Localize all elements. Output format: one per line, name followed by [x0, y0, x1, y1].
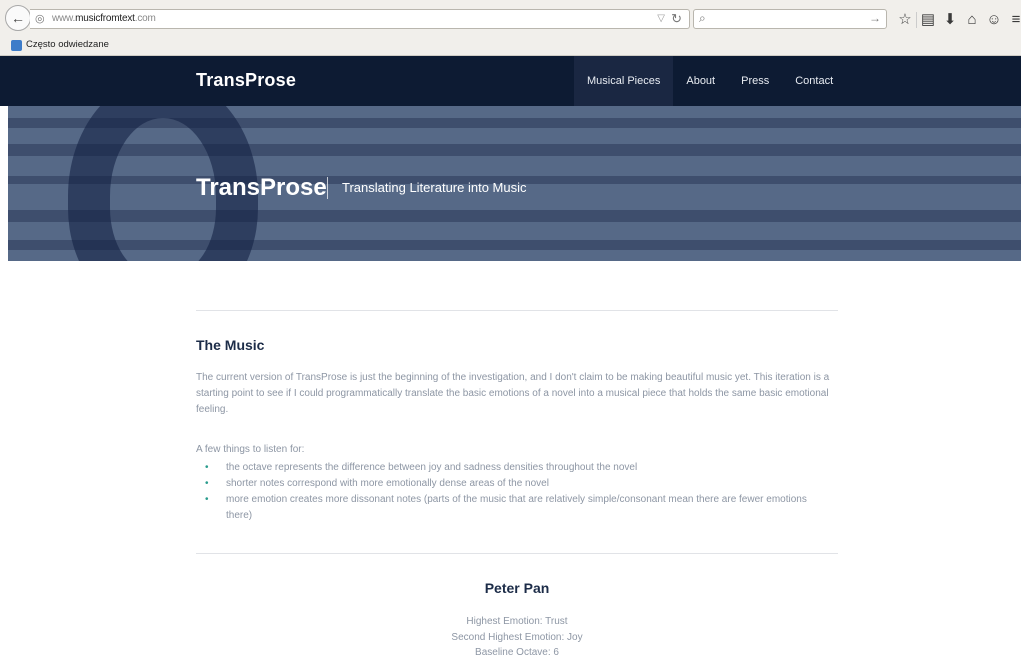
music-description: The current version of TransProse is jus…	[196, 370, 841, 418]
search-icon: ⌕	[699, 11, 706, 25]
stat-second-emotion: Second Highest Emotion: Joy	[451, 632, 583, 643]
home-icon[interactable]: ⌂	[961, 10, 983, 30]
url-host: www.	[52, 13, 76, 24]
paragraph-line: starting point to see if I could program…	[196, 388, 829, 399]
bullet-dot-icon: •	[205, 462, 209, 473]
hero-subtitle: Translating Literature into Music	[342, 180, 527, 195]
list-item-text: shorter notes correspond with more emoti…	[226, 478, 549, 489]
menu-icon[interactable]: ≡	[1005, 10, 1021, 30]
section-title-music: The Music	[196, 337, 265, 353]
url-tld: .com	[134, 13, 156, 24]
nav-links: Musical Pieces About Press Contact	[574, 56, 846, 106]
bookmark-frequently-visited[interactable]: Często odwiedzane	[26, 39, 109, 50]
hero-divider	[327, 177, 328, 199]
bullet-dot-icon: •	[205, 478, 209, 489]
chat-icon[interactable]: ☺	[983, 10, 1005, 30]
piece-title: Peter Pan	[484, 580, 550, 596]
list-item: • more emotion creates more dissonant no…	[196, 492, 841, 524]
list-item-text: the octave represents the difference bet…	[226, 462, 638, 473]
globe-icon: ◎	[35, 13, 45, 25]
nav-item-contact[interactable]: Contact	[782, 56, 846, 106]
paragraph-line: The current version of TransProse is jus…	[196, 372, 830, 383]
back-arrow-icon[interactable]: ←	[5, 5, 31, 31]
download-icon[interactable]: ⬇	[939, 10, 961, 30]
nav-item-about[interactable]: About	[673, 56, 728, 106]
listen-list: • the octave represents the difference b…	[196, 460, 841, 524]
url-text: www.musicfromtext.com	[52, 13, 156, 24]
section-divider	[196, 553, 838, 554]
toolbar-icons: ☆ ▤ ⬇ ⌂ ☺ ≡	[894, 10, 1021, 30]
stat-highest-emotion: Highest Emotion: Trust	[466, 616, 568, 627]
star-icon[interactable]: ☆	[894, 10, 916, 30]
nav-item-press[interactable]: Press	[728, 56, 782, 106]
bookmark-folder-icon	[11, 40, 22, 51]
paragraph-line: feeling.	[196, 404, 229, 415]
arrow-right-icon[interactable]: →	[869, 11, 881, 25]
listen-intro: A few things to listen for:	[196, 444, 305, 455]
site-brand[interactable]: TransProse	[196, 70, 296, 91]
search-input[interactable]: ⌕ →	[693, 9, 887, 29]
bullet-dot-icon: •	[205, 494, 209, 505]
list-item: • shorter notes correspond with more emo…	[196, 476, 841, 492]
reload-icon[interactable]: ↻	[671, 11, 682, 27]
stat-baseline-octave: Baseline Octave: 6	[475, 647, 559, 656]
url-domain: musicfromtext	[75, 13, 135, 24]
list-item-text-continued: there)	[226, 510, 253, 521]
section-divider	[196, 310, 838, 311]
browser-toolbar: ← ◎ www.musicfromtext.com ▽ ↻ ⌕ → ☆ ▤ ⬇ …	[0, 0, 1021, 56]
list-item-text: more emotion creates more dissonant note…	[226, 494, 807, 505]
hero-title: TransProse	[196, 174, 327, 201]
address-bar[interactable]: ◎ www.musicfromtext.com ▽ ↻	[30, 9, 690, 29]
site-navbar: TransProse Musical Pieces About Press Co…	[0, 56, 1021, 106]
dropdown-arrow-icon[interactable]: ▽	[657, 13, 665, 24]
list-item: • the octave represents the difference b…	[196, 460, 841, 476]
nav-item-musical-pieces[interactable]: Musical Pieces	[574, 56, 674, 106]
hero-banner: TransProse Translating Literature into M…	[8, 106, 1021, 261]
clipboard-icon[interactable]: ▤	[917, 10, 939, 30]
